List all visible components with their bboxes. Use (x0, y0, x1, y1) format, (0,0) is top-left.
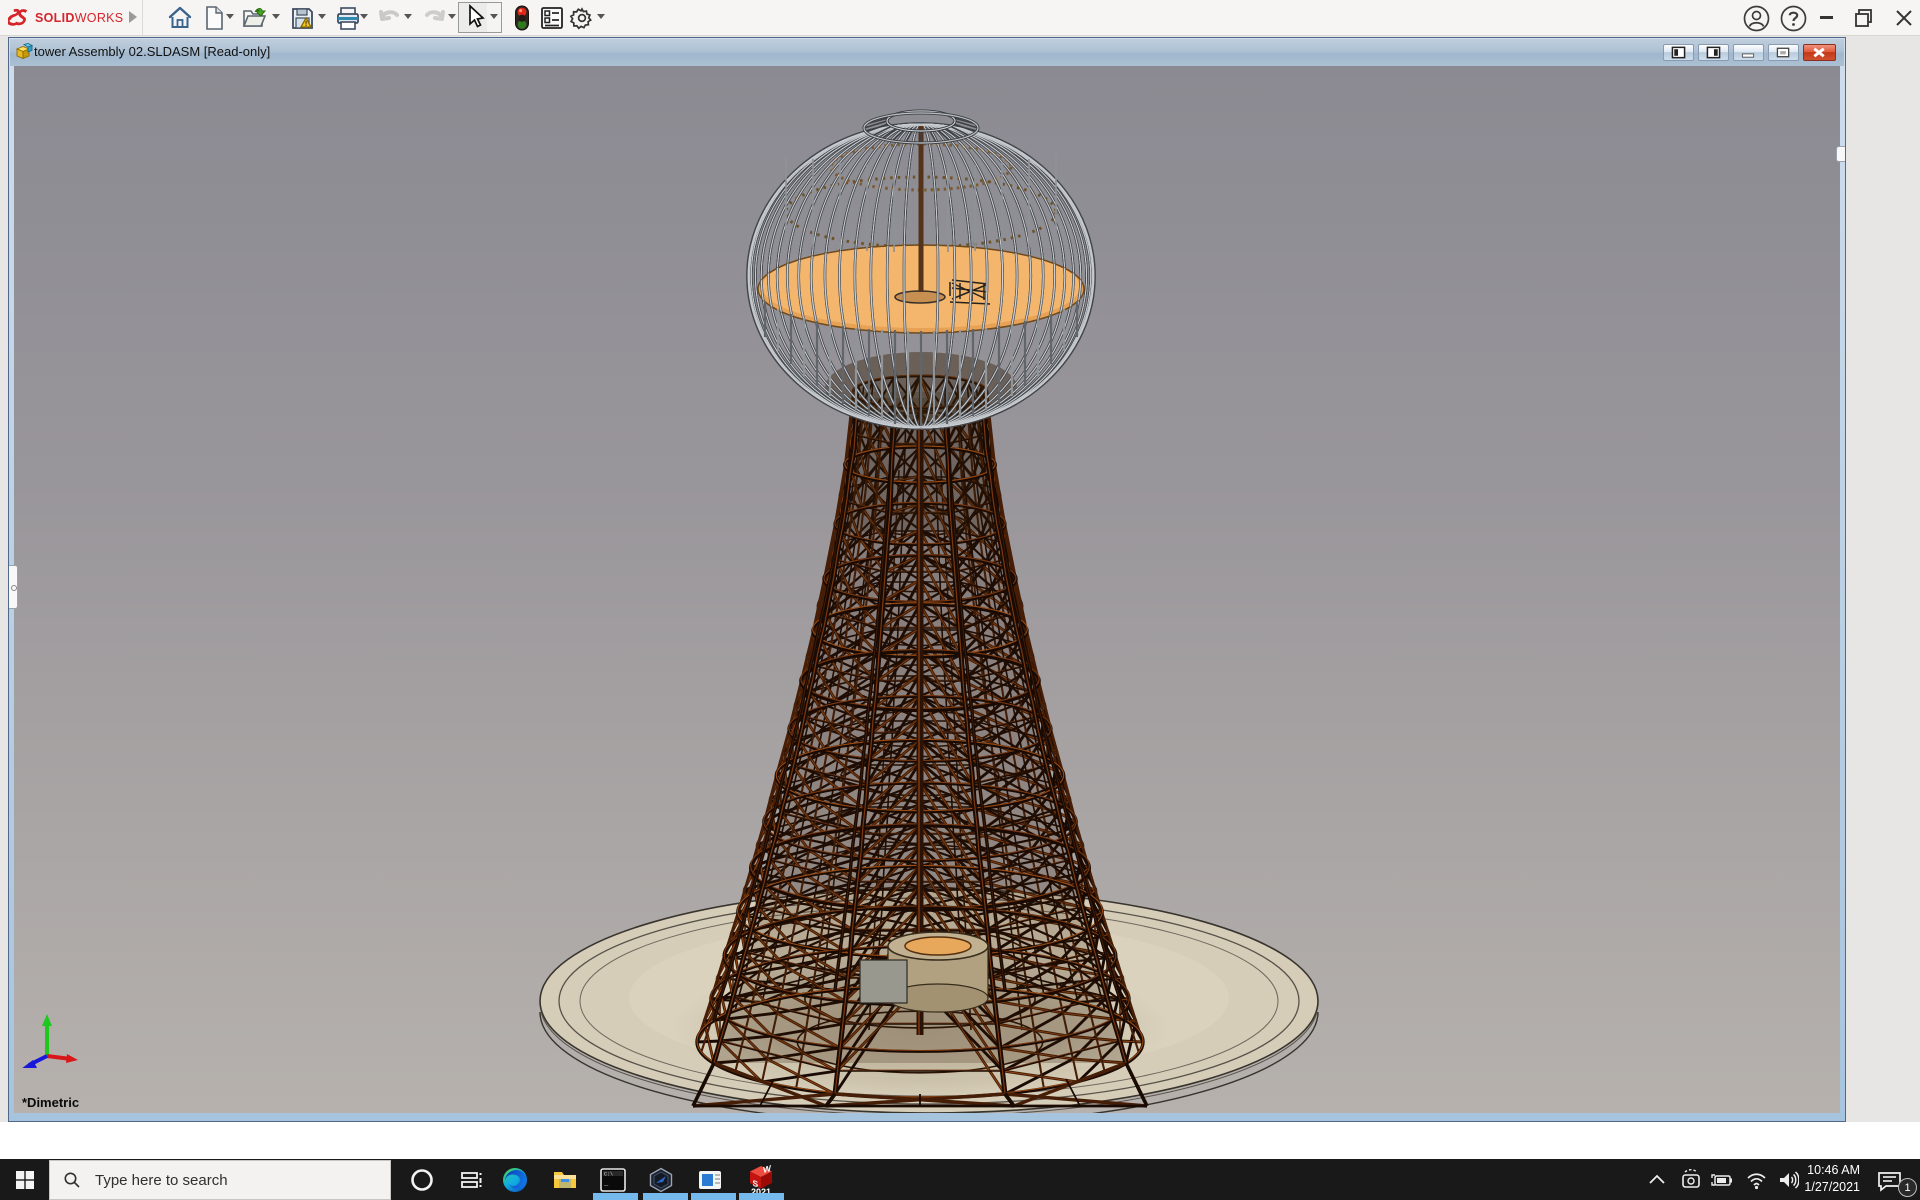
svg-text:C:\: C:\ (604, 1172, 613, 1178)
svg-text:_: _ (603, 1180, 609, 1188)
svg-text:!: ! (305, 21, 307, 28)
